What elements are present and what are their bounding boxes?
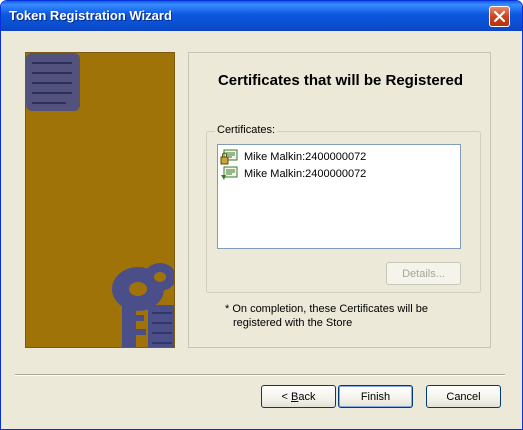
list-item[interactable]: Mike Malkin:2400000072 — [220, 149, 366, 165]
close-button[interactable] — [489, 6, 510, 27]
completion-note: * On completion, these Certificates will… — [225, 302, 465, 330]
details-button[interactable]: Details... — [386, 262, 461, 285]
back-button[interactable]: < Back — [261, 385, 336, 408]
note-line-2: registered with the Store — [233, 317, 353, 329]
list-item[interactable]: Mike Malkin:2400000072 — [220, 166, 366, 182]
cancel-button[interactable]: Cancel — [426, 385, 501, 408]
keys-illustration-icon — [26, 53, 174, 347]
finish-button[interactable]: Finish — [338, 385, 413, 408]
client-area: Certificates that will be Registered Cer… — [4, 31, 519, 427]
certificates-list[interactable]: Mike Malkin:2400000072 Mike Malkin:24000… — [217, 144, 461, 249]
page-title: Certificates that will be Registered — [217, 72, 464, 89]
certificates-group-label: Certificates: — [215, 124, 278, 136]
wizard-window: Token Registration Wizard Certificates t… — [0, 0, 523, 430]
certificate-locked-icon — [220, 149, 238, 165]
wizard-side-image — [25, 52, 175, 348]
back-rest: ack — [298, 390, 316, 403]
back-mnemonic: B — [291, 390, 299, 403]
close-icon — [494, 11, 505, 22]
certificate-icon — [220, 166, 238, 182]
back-prefix: < — [281, 390, 291, 403]
certificate-label: Mike Malkin:2400000072 — [244, 151, 367, 163]
title-bar[interactable]: Token Registration Wizard — [1, 1, 522, 31]
divider — [15, 374, 505, 376]
window-title: Token Registration Wizard — [9, 8, 172, 23]
certificate-label: Mike Malkin:2400000072 — [244, 168, 367, 180]
note-line-1: * On completion, these Certificates will… — [225, 303, 428, 315]
